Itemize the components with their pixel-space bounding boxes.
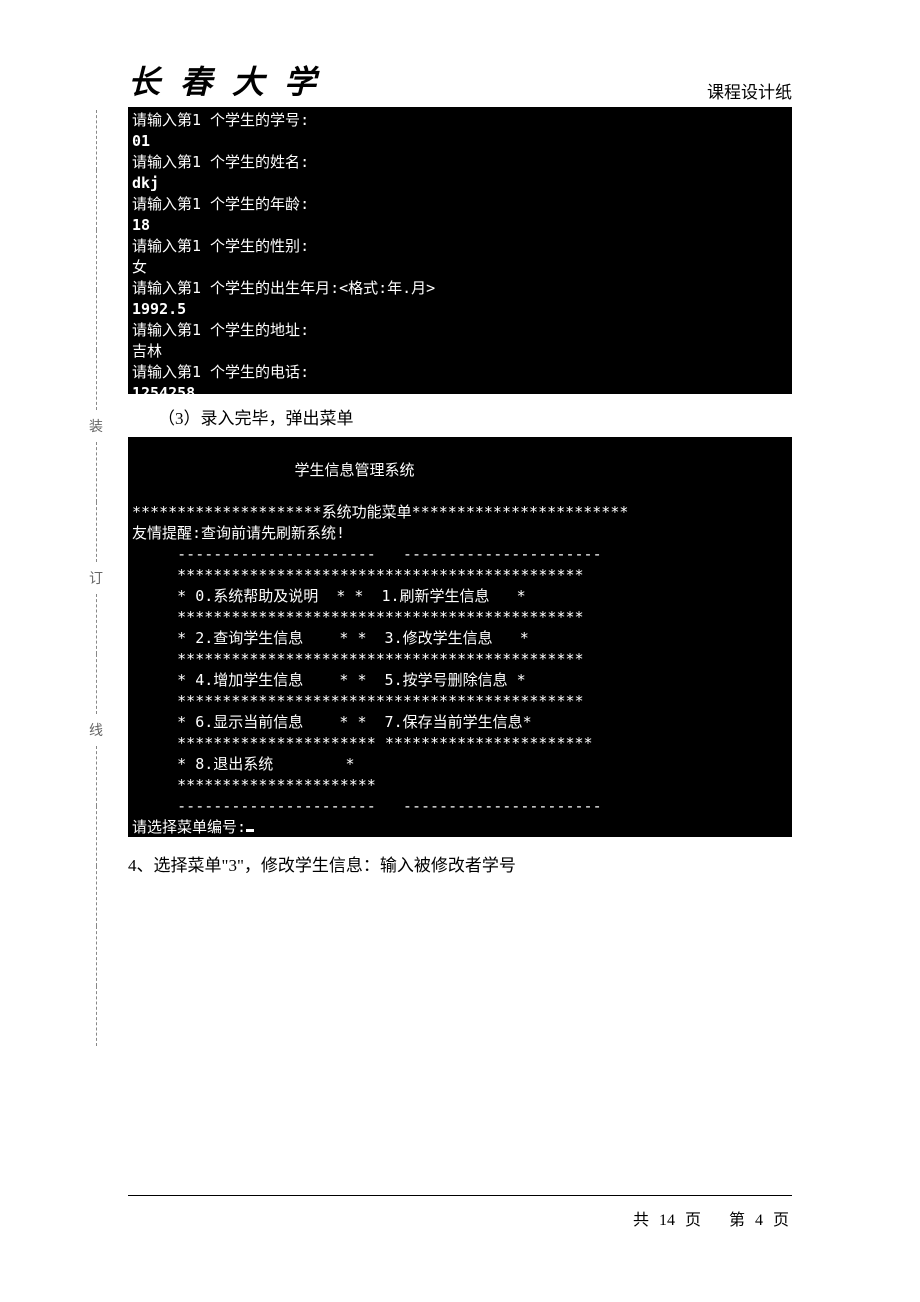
cursor-icon [246, 829, 254, 832]
terminal-menu-screenshot: 学生信息管理系统 *********************系统功能菜单****… [128, 437, 792, 837]
binding-margin: 装 订 线 [88, 110, 104, 1046]
footer-total-pages: 14 [659, 1212, 675, 1229]
page-footer: 共 14 页 第 4 页 [128, 1195, 792, 1230]
content-area: 请输入第1 个学生的学号: 01 请输入第1 个学生的姓名: dkj 请输入第1… [128, 108, 792, 884]
footer-page-unit: 页 [773, 1212, 789, 1229]
terminal-input-screenshot: 请输入第1 个学生的学号: 01 请输入第1 个学生的姓名: dkj 请输入第1… [128, 108, 792, 394]
footer-current-page: 4 [755, 1212, 763, 1229]
binding-char: 线 [88, 720, 104, 740]
document-type-label: 课程设计纸 [707, 78, 792, 103]
binding-char: 装 [88, 416, 104, 436]
page-header: 长 春 大 学 课程设计纸 [128, 57, 792, 108]
footer-total-label: 共 [633, 1212, 649, 1229]
caption-step3: （3）录入完毕，弹出菜单 [158, 404, 792, 429]
university-logo: 长 春 大 学 [128, 57, 322, 103]
caption-step4: 4、选择菜单"3"，修改学生信息：输入被修改者学号 [128, 851, 792, 876]
footer-current-label: 第 [729, 1212, 745, 1229]
binding-char: 订 [88, 568, 104, 588]
footer-page-unit: 页 [685, 1212, 701, 1229]
